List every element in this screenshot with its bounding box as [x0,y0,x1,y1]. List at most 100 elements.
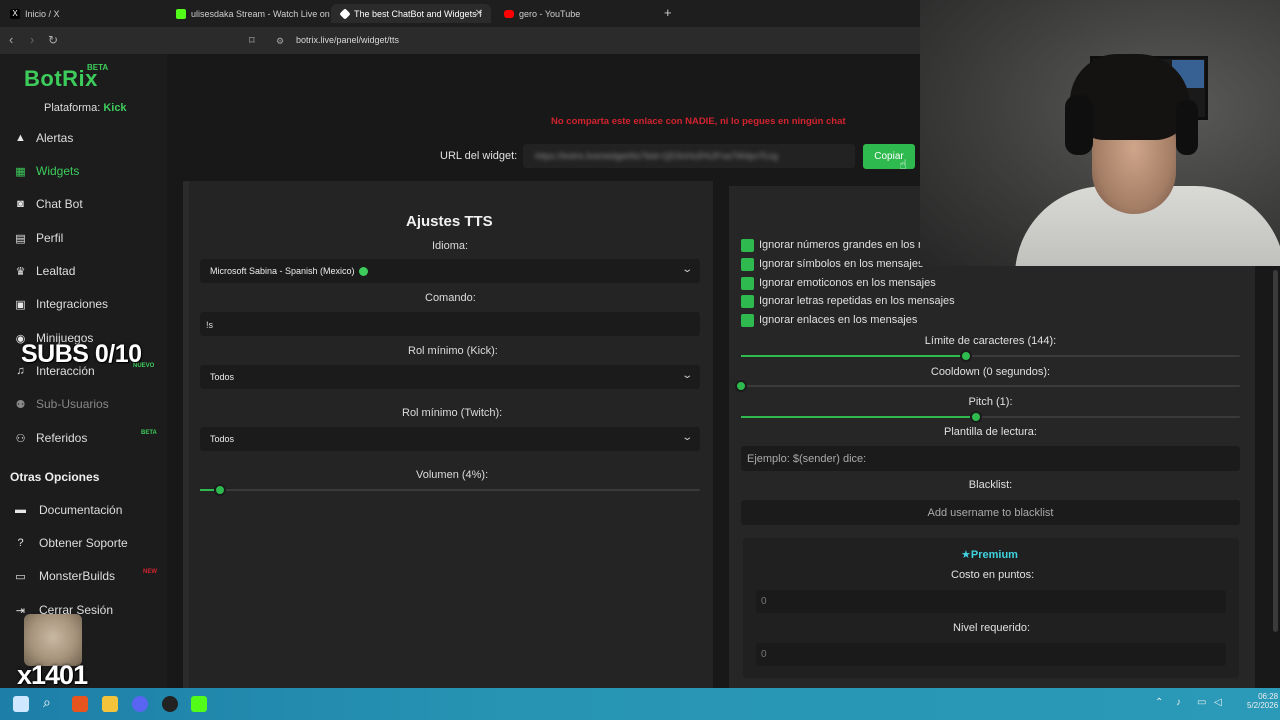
char-limit-slider[interactable] [741,350,1240,362]
browser-tab-youtube[interactable]: gero - YouTube [494,4,659,23]
widget-url-value: https://botrix.live/widget/tts?bid=QD3nH… [535,151,778,161]
tab-title: The best ChatBot and Widgets f [354,8,482,19]
sidebar-item-monsterbuilds[interactable]: ▭ MonsterBuilds [14,567,115,585]
platform-value: Kick [103,102,127,114]
volume-label: Volumen (4%): [416,469,489,481]
command-input[interactable]: !s [200,312,700,336]
checkbox-ignore-repeated[interactable] [741,295,754,308]
blacklist-input[interactable]: Add username to blacklist [741,500,1240,525]
brave-browser-icon[interactable] [72,696,88,712]
tts-settings-title: Ajustes TTS [406,213,493,230]
required-level-label: Nivel requerido: [953,622,1031,634]
slider-fill [741,416,976,418]
required-level-input[interactable]: 0 [756,643,1226,666]
bookmark-icon[interactable]: ⌑ [249,34,255,47]
points-cost-value: 0 [761,596,767,607]
sidebar-item-integraciones[interactable]: ▣ Integraciones [14,295,108,313]
sidebar-item-chat-bot[interactable]: ◙ Chat Bot [14,195,83,213]
sidebar-item-widgets[interactable]: ▦ Widgets [14,162,79,180]
cooldown-label: Cooldown (0 segundos): [930,366,1051,378]
platform-indicator: Plataforma: Kick [44,102,127,114]
trophy-icon: ♛ [15,265,26,278]
checkbox-ignore-links[interactable] [741,314,754,327]
sidebar-item-alertas[interactable]: ▲ Alertas [14,129,73,147]
checkbox-ignore-symbols[interactable] [741,258,754,271]
template-input[interactable]: Ejemplo: $(sender) dice: [741,446,1240,471]
role-twitch-select[interactable]: Todos ⌄ [200,427,700,451]
widget-url-label: URL del widget: [440,150,518,162]
clock-date: 5/2/2026 [1247,701,1279,710]
back-icon[interactable]: ‹ [9,32,13,47]
cursor-icon: ☝ [899,157,907,172]
sidebar-item-perfil[interactable]: ▤ Perfil [14,229,63,247]
sidebar-item-label: Chat Bot [36,197,83,211]
widget-url-field[interactable]: https://botrix.live/widget/tts?bid=QD3nH… [523,144,855,168]
scrollbar[interactable] [1273,270,1278,632]
new-badge-monster: NEW [143,569,157,575]
address-bar[interactable]: botrix.live/panel/widget/tts [296,35,399,45]
slider-thumb[interactable] [969,411,982,423]
premium-title: ★Premium [961,548,1018,561]
network-icon[interactable]: ▭ [1197,697,1206,708]
sidebar-item-label: Integraciones [36,297,109,311]
slider-thumb[interactable] [214,484,226,496]
status-dot-icon [358,266,368,276]
volume-slider[interactable] [200,484,700,496]
language-label: Idioma: [432,240,469,252]
slider-thumb[interactable] [735,380,747,392]
checkbox-ignore-emotes[interactable] [741,277,754,290]
browser-tab-botrix[interactable]: The best ChatBot and Widgets f ✕ [331,4,491,23]
role-twitch-label: Rol mínimo (Twitch): [402,407,503,419]
kick-app-icon[interactable] [191,696,207,712]
sidebar-item-sub-usuarios[interactable]: ⚉ Sub-Usuarios [14,395,109,413]
clock-time: 06:28 [1258,692,1279,701]
cooldown-slider[interactable] [735,380,1240,392]
checkbox-label: Ignorar enlaces en los mensajes [759,314,918,326]
browser-tab-kick[interactable]: ulisesdaka Stream - Watch Live on Ki [166,4,330,23]
subs-goal-overlay: SUBS 0/10 [21,340,142,368]
windows-start-icon[interactable] [13,696,29,712]
slider-fill [741,355,966,357]
premium-title-text: Premium [970,549,1018,561]
new-tab-button[interactable]: + [664,5,672,20]
sidebar-item-lealtad[interactable]: ♛ Lealtad [14,262,76,280]
reload-icon[interactable]: ↻ [48,33,58,47]
browser-tab-x[interactable]: X Inicio / X [0,4,165,23]
share-warning: No comparta este enlace con NADIE, ni lo… [551,116,846,127]
sidebar-item-referidos[interactable]: ⚇ Referidos [14,429,88,447]
site-info-icon[interactable]: ⚙ [276,36,284,47]
char-limit-label: Límite de caracteres (144): [924,335,1057,347]
sidebar-item-label: Documentación [39,503,123,517]
close-tab-icon[interactable]: ✕ [475,8,483,19]
clock[interactable]: 06:28 5/2/2026 [1247,692,1278,710]
checkbox-label: Ignorar símbolos en los mensajes [759,258,924,270]
beta-badge: BETA [141,430,157,436]
checkbox-ignore-numbers[interactable] [741,239,754,252]
monitor-icon: ▭ [15,570,26,583]
language-select[interactable]: Microsoft Sabina - Spanish (Mexico) ⌄ [200,259,700,283]
x-logo-icon: X [10,8,20,19]
search-icon[interactable]: ⌕ [43,694,59,710]
slider-thumb[interactable] [959,350,972,362]
file-explorer-icon[interactable] [102,696,118,712]
blacklist-label: Blacklist: [968,479,1013,491]
microphone-icon[interactable]: ♪ [1176,697,1181,708]
points-cost-input[interactable]: 0 [756,590,1226,613]
discord-icon[interactable] [132,696,148,712]
sidebar-item-soporte[interactable]: ? Obtener Soporte [14,534,127,552]
tab-title: gero - YouTube [519,8,581,19]
volume-icon[interactable]: ◁ [1214,697,1222,708]
sidebar-item-documentacion[interactable]: ▬ Documentación [14,501,122,519]
robot-icon: ◙ [17,198,24,210]
copy-button[interactable]: Copiar [863,144,915,169]
role-kick-label: Rol mínimo (Kick): [408,345,498,357]
checkbox-label: Ignorar emoticonos en los mensajes [759,277,936,289]
forward-icon[interactable]: › [30,32,34,47]
role-kick-select[interactable]: Todos ⌄ [200,365,700,389]
checkbox-label: Ignorar letras repetidas en los mensajes [759,295,955,307]
chevron-up-icon[interactable]: ⌃ [1155,697,1163,708]
pitch-slider[interactable] [741,411,1240,423]
multiplier-overlay: x1401 [17,660,88,690]
logo-beta-badge: BETA [87,63,109,72]
obs-icon[interactable] [162,696,178,712]
